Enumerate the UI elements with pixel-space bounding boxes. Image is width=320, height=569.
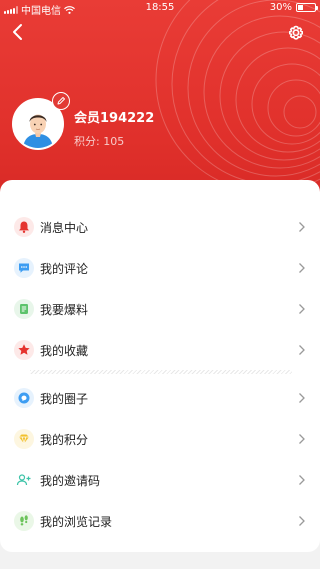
menu-label: 我的圈子 <box>40 391 89 406</box>
menu-label: 我的评论 <box>40 261 89 276</box>
profile-header: 中国电信 18:55 30% 会员194222 积分: 105 <box>0 0 320 200</box>
chevron-right-icon <box>299 516 305 526</box>
bell-icon <box>14 217 34 237</box>
chevron-right-icon <box>299 304 305 314</box>
circle-chat-icon <box>14 388 34 408</box>
menu-label: 我的邀请码 <box>40 473 101 488</box>
menu-item-browse-history[interactable]: 我的浏览记录 <box>0 501 320 541</box>
chevron-right-icon <box>299 434 305 444</box>
pencil-icon <box>57 97 65 105</box>
settings-button[interactable] <box>284 21 308 45</box>
chevron-right-icon <box>299 263 305 273</box>
status-bar: 中国电信 18:55 30% <box>0 0 320 17</box>
member-points: 积分: 105 <box>74 135 125 148</box>
menu-card: 消息中心 我的评论 我要爆料 我的收藏 我的圈子 我的积分 我的邀请码 我的浏览… <box>0 180 320 552</box>
battery-percent: 30% <box>269 2 292 13</box>
chevron-right-icon <box>299 475 305 485</box>
star-icon <box>14 340 34 360</box>
chevron-left-icon <box>13 24 22 40</box>
menu-item-my-circles[interactable]: 我的圈子 <box>0 378 320 418</box>
comment-icon <box>14 258 34 278</box>
gear-icon <box>289 25 303 40</box>
edit-avatar-button[interactable] <box>52 92 70 110</box>
footprint-icon <box>14 511 34 531</box>
menu-item-submit-tip[interactable]: 我要爆料 <box>0 289 320 329</box>
chevron-right-icon <box>299 222 305 232</box>
avatar-container[interactable] <box>12 92 70 150</box>
add-user-icon <box>14 470 34 490</box>
menu-item-invite-code[interactable]: 我的邀请码 <box>0 460 320 500</box>
note-icon <box>14 299 34 319</box>
menu-label: 消息中心 <box>40 220 89 235</box>
diamond-icon <box>14 429 34 449</box>
bottom-spacer <box>0 552 320 569</box>
menu-label: 我的积分 <box>40 432 89 447</box>
menu-item-my-comments[interactable]: 我的评论 <box>0 248 320 288</box>
menu-label: 我要爆料 <box>40 302 89 317</box>
member-name: 会员194222 <box>74 111 155 126</box>
menu-label: 我的收藏 <box>40 343 89 358</box>
menu-label: 我的浏览记录 <box>40 514 113 529</box>
menu-item-my-favorites[interactable]: 我的收藏 <box>0 330 320 370</box>
chevron-right-icon <box>299 345 305 355</box>
section-divider <box>30 370 292 374</box>
battery-icon <box>296 3 318 12</box>
menu-item-my-points[interactable]: 我的积分 <box>0 419 320 459</box>
menu-item-message-center[interactable]: 消息中心 <box>0 207 320 247</box>
chevron-right-icon <box>299 393 305 403</box>
status-right: 30% <box>269 2 318 13</box>
back-button[interactable] <box>6 20 30 44</box>
